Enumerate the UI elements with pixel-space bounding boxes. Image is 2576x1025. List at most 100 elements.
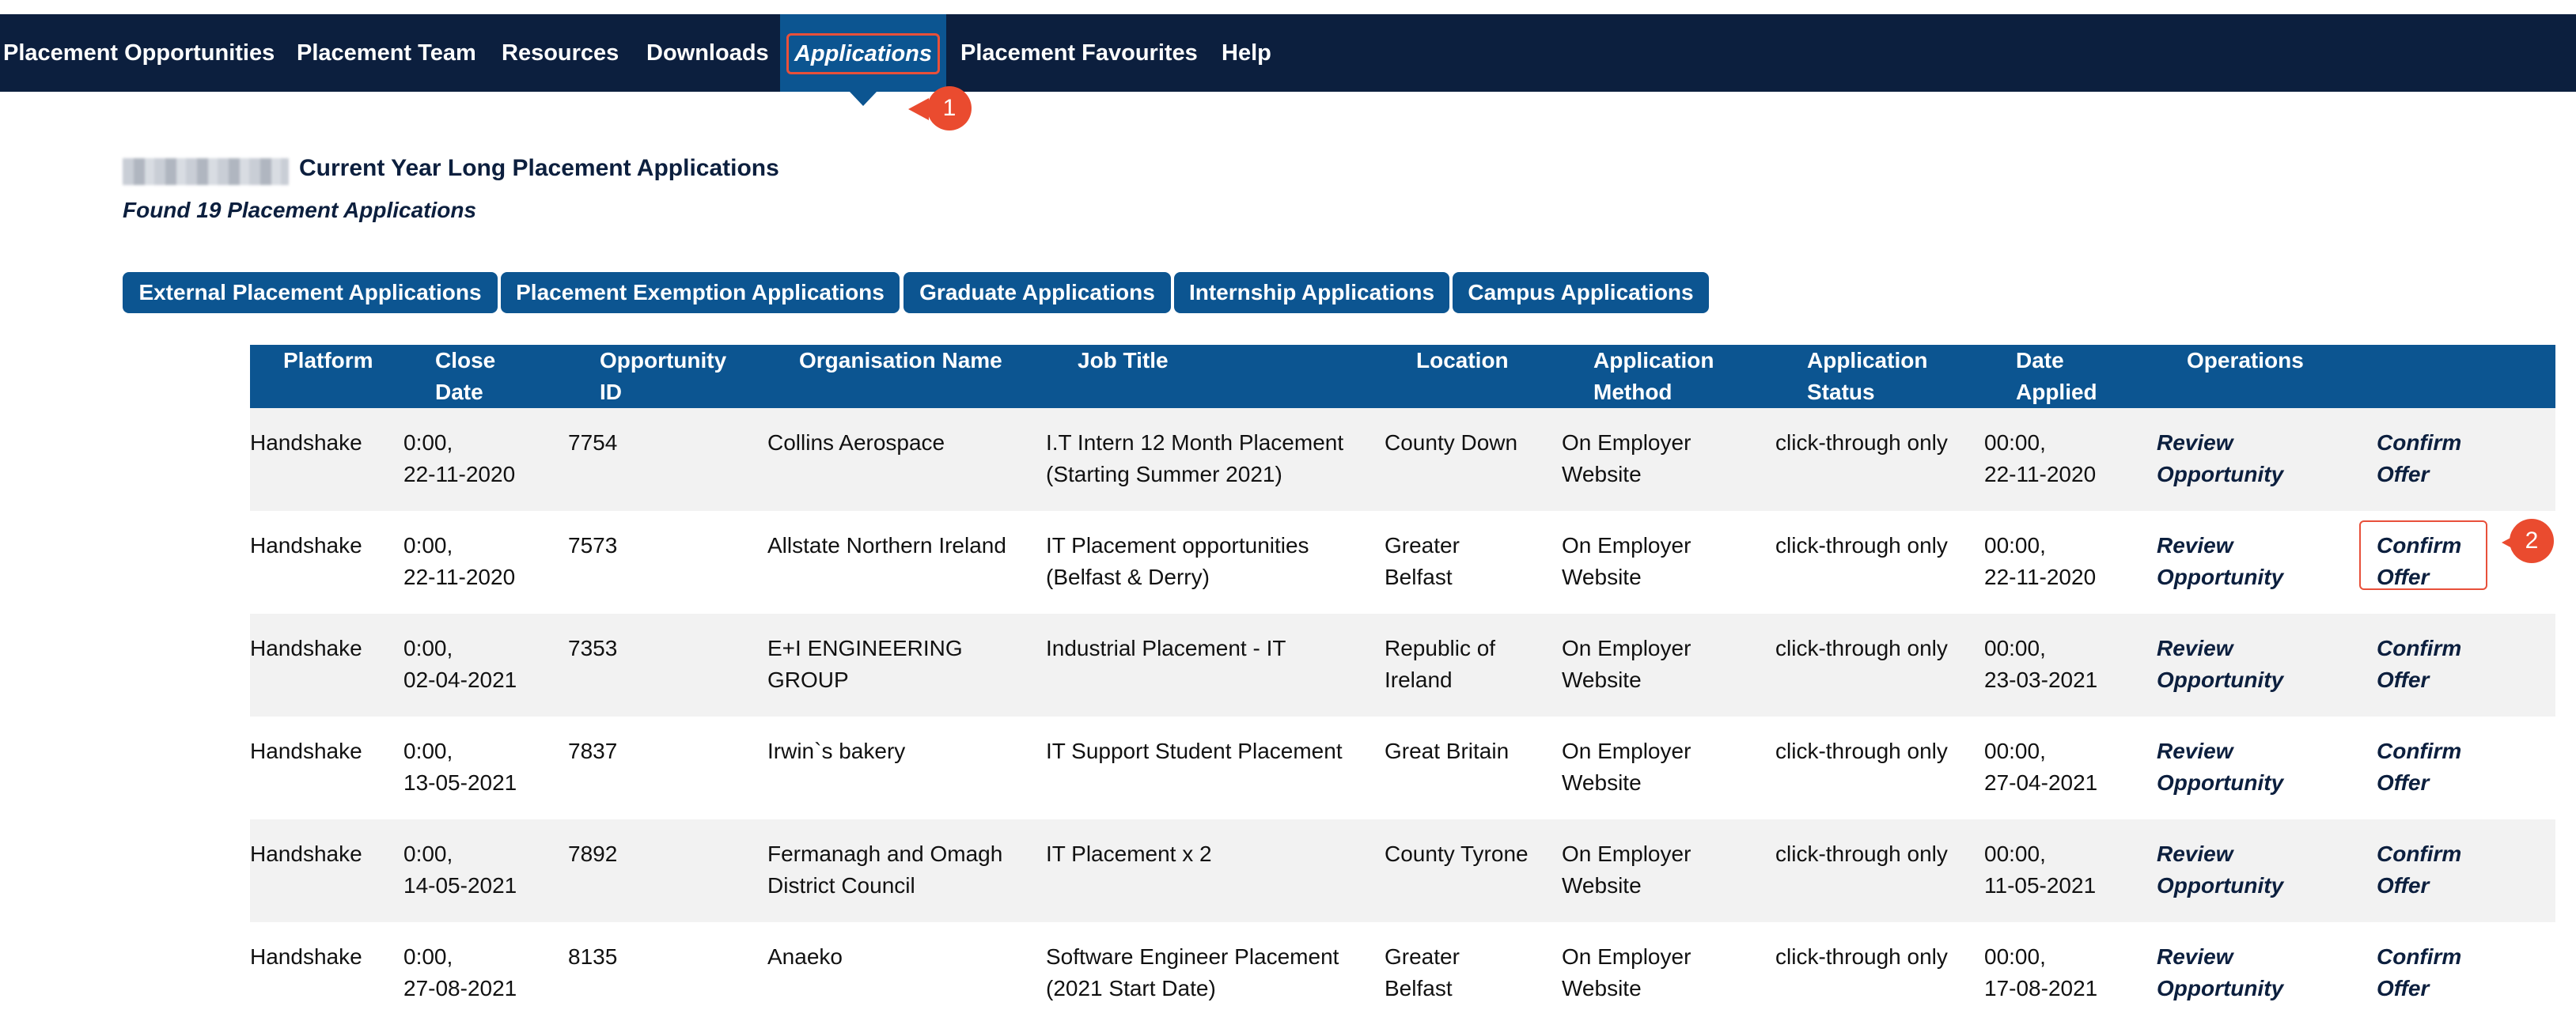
cell-opportunity-id: 7892 — [568, 842, 618, 866]
table-row: Handshake 0:00, 22-11-2020 7573 Allstate… — [250, 511, 2555, 614]
cell-job-title: I.T Intern 12 Month Placement (Starting … — [1046, 430, 1344, 486]
confirm-offer-link[interactable]: Confirm Offer — [2377, 941, 2461, 1004]
review-opportunity-link[interactable]: Review Opportunity — [2157, 838, 2283, 902]
cell-status: click-through only — [1775, 636, 1948, 660]
cell-organisation: E+I ENGINEERING GROUP — [767, 636, 963, 692]
cell-method: On Employer Website — [1562, 842, 1691, 898]
cell-platform: Handshake — [250, 944, 362, 969]
cell-location: County Down — [1385, 430, 1518, 455]
annotation-marker-1: 1 — [927, 86, 972, 130]
nav-item-applications-label[interactable]: Applications — [786, 33, 940, 74]
cell-close-date: 0:00, 22-11-2020 — [403, 533, 516, 589]
redacted-name — [123, 158, 289, 185]
table-row: Handshake 0:00, 14-05-2021 7892 Fermanag… — [250, 819, 2555, 922]
active-tab-caret-icon — [850, 92, 877, 106]
page-title: Current Year Long Placement Applications — [299, 155, 779, 181]
cell-location: County Tyrone — [1385, 842, 1529, 866]
applications-table: Platform Close Date Opportunity ID Organ… — [250, 345, 2555, 1025]
cell-platform: Handshake — [250, 842, 362, 866]
cell-close-date: 0:00, 14-05-2021 — [403, 842, 517, 898]
cell-job-title: Software Engineer Placement (2021 Start … — [1046, 944, 1339, 1000]
nav-item-placement-favourites[interactable]: Placement Favourites — [960, 14, 1198, 92]
confirm-offer-link[interactable]: Confirm Offer — [2377, 838, 2461, 902]
cell-method: On Employer Website — [1562, 739, 1691, 795]
header-operations: Operations — [2187, 348, 2304, 373]
cell-date-applied: 00:00, 27-04-2021 — [1984, 739, 2098, 795]
review-opportunity-link[interactable]: Review Opportunity — [2157, 530, 2283, 593]
nav-item-downloads[interactable]: Downloads — [646, 14, 769, 92]
header-job-title: Job Title — [1078, 348, 1169, 373]
review-opportunity-link[interactable]: Review Opportunity — [2157, 633, 2283, 696]
nav-item-resources[interactable]: Resources — [502, 14, 619, 92]
review-opportunity-link[interactable]: Review Opportunity — [2157, 736, 2283, 799]
confirm-offer-link[interactable]: Confirm Offer — [2377, 427, 2461, 490]
header-platform: Platform — [283, 348, 373, 373]
cell-organisation: Collins Aerospace — [767, 430, 945, 455]
header-application-method: Application Method — [1593, 348, 1714, 404]
cell-method: On Employer Website — [1562, 944, 1691, 1000]
header-close-date: Close Date — [435, 348, 496, 404]
cell-opportunity-id: 7573 — [568, 533, 618, 558]
cell-method: On Employer Website — [1562, 430, 1691, 486]
cell-platform: Handshake — [250, 739, 362, 763]
cell-method: On Employer Website — [1562, 636, 1691, 692]
cell-organisation: Anaeko — [767, 944, 843, 969]
header-location: Location — [1416, 348, 1509, 373]
header-organisation-name: Organisation Name — [799, 348, 1002, 373]
tab-graduate-applications[interactable]: Graduate Applications — [903, 272, 1171, 313]
cell-location: Greater Belfast — [1385, 533, 1460, 589]
confirm-offer-link[interactable]: Confirm Offer — [2377, 736, 2461, 799]
table-row: Handshake 0:00, 27-08-2021 8135 Anaeko S… — [250, 922, 2555, 1025]
top-navigation: Placement Opportunities Placement Team R… — [0, 14, 2576, 92]
cell-date-applied: 00:00, 11-05-2021 — [1984, 842, 2097, 898]
cell-close-date: 0:00, 13-05-2021 — [403, 739, 517, 795]
confirm-offer-link[interactable]: Confirm Offer — [2377, 530, 2461, 593]
cell-status: click-through only — [1775, 533, 1948, 558]
cell-method: On Employer Website — [1562, 533, 1691, 589]
review-opportunity-link[interactable]: Review Opportunity — [2157, 427, 2283, 490]
cell-job-title: IT Placement x 2 — [1046, 842, 1212, 866]
cell-platform: Handshake — [250, 636, 362, 660]
tab-external-placement-applications[interactable]: External Placement Applications — [123, 272, 498, 313]
annotation-marker-2: 2 — [2510, 519, 2554, 563]
cell-location: Republic of Ireland — [1385, 636, 1496, 692]
cell-close-date: 0:00, 02-04-2021 — [403, 636, 517, 692]
table-row: Handshake 0:00, 13-05-2021 7837 Irwin`s … — [250, 717, 2555, 819]
cell-opportunity-id: 7353 — [568, 636, 618, 660]
table-row: Handshake 0:00, 02-04-2021 7353 E+I ENGI… — [250, 614, 2555, 717]
cell-close-date: 0:00, 22-11-2020 — [403, 430, 516, 486]
cell-job-title: IT Placement opportunities (Belfast & De… — [1046, 533, 1309, 589]
cell-date-applied: 00:00, 22-11-2020 — [1984, 430, 2097, 486]
tab-campus-applications[interactable]: Campus Applications — [1453, 272, 1709, 313]
cell-date-applied: 00:00, 17-08-2021 — [1984, 944, 2098, 1000]
cell-status: click-through only — [1775, 430, 1948, 455]
nav-item-applications[interactable]: Applications — [780, 14, 946, 92]
cell-opportunity-id: 7837 — [568, 739, 618, 763]
header-date-applied: Date Applied — [2016, 348, 2097, 404]
marker-pointer-icon — [908, 98, 929, 120]
cell-status: click-through only — [1775, 842, 1948, 866]
header-opportunity-id: Opportunity ID — [600, 348, 727, 404]
cell-location: Greater Belfast — [1385, 944, 1460, 1000]
cell-opportunity-id: 8135 — [568, 944, 618, 969]
cell-job-title: IT Support Student Placement — [1046, 739, 1343, 763]
results-count: Found 19 Placement Applications — [123, 198, 477, 222]
cell-platform: Handshake — [250, 533, 362, 558]
cell-job-title: Industrial Placement - IT — [1046, 636, 1286, 660]
tab-internship-applications[interactable]: Internship Applications — [1174, 272, 1449, 313]
cell-organisation: Fermanagh and Omagh District Council — [767, 842, 1003, 898]
review-opportunity-link[interactable]: Review Opportunity — [2157, 941, 2283, 1004]
nav-item-placement-opportunities[interactable]: Placement Opportunities — [3, 14, 275, 92]
cell-close-date: 0:00, 27-08-2021 — [403, 944, 517, 1000]
nav-item-help[interactable]: Help — [1222, 14, 1271, 92]
cell-location: Great Britain — [1385, 739, 1510, 763]
table-row: Handshake 0:00, 22-11-2020 7754 Collins … — [250, 408, 2555, 511]
cell-organisation: Allstate Northern Ireland — [767, 533, 1006, 558]
cell-date-applied: 00:00, 22-11-2020 — [1984, 533, 2097, 589]
cell-organisation: Irwin`s bakery — [767, 739, 906, 763]
confirm-offer-link[interactable]: Confirm Offer — [2377, 633, 2461, 696]
header-application-status: Application Status — [1807, 348, 1928, 404]
cell-date-applied: 00:00, 23-03-2021 — [1984, 636, 2098, 692]
tab-placement-exemption-applications[interactable]: Placement Exemption Applications — [501, 272, 900, 313]
nav-item-placement-team[interactable]: Placement Team — [297, 14, 476, 92]
